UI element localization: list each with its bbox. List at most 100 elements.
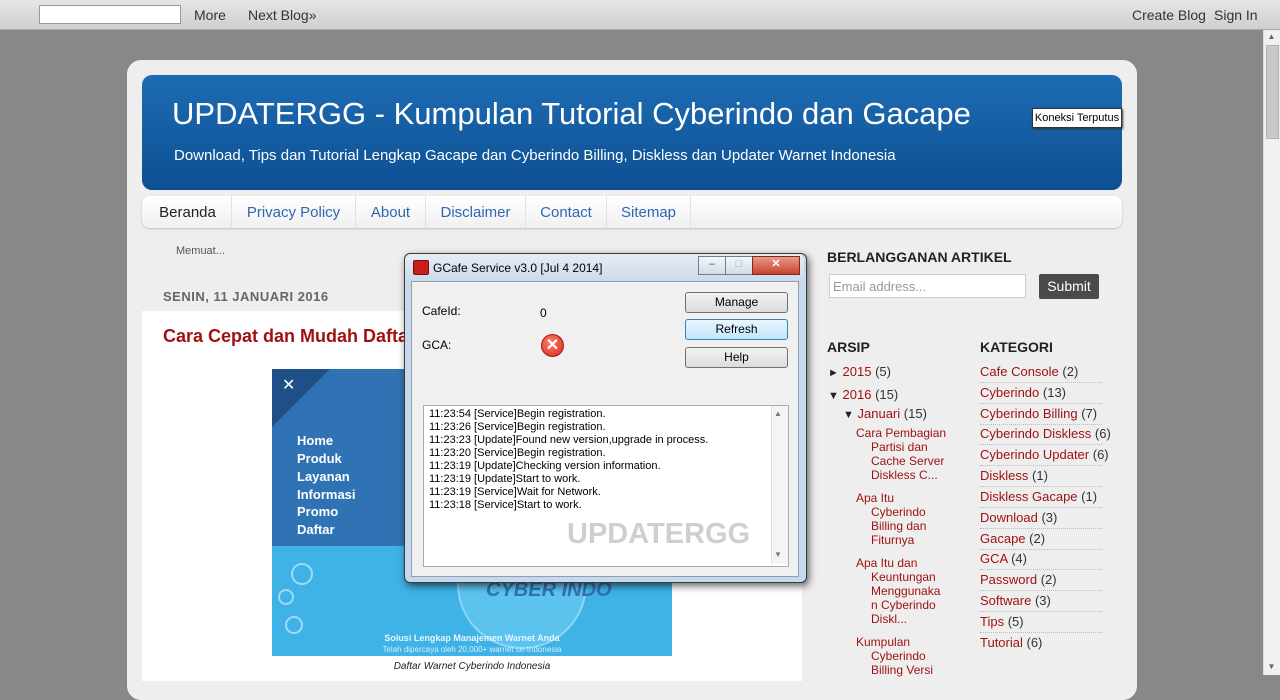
category-name: Diskless Gacape xyxy=(980,489,1078,504)
category-name: Cyberindo xyxy=(980,385,1040,400)
category-link[interactable]: Cyberindo Updater (6) xyxy=(980,447,1109,466)
archive-post-line: Apa Itu xyxy=(856,491,895,505)
category-link[interactable]: Gacape (2) xyxy=(980,531,1102,550)
subscribe-heading: BERLANGGANAN ARTIKEL xyxy=(827,249,1012,265)
category-name: Password xyxy=(980,572,1038,587)
tab-contact[interactable]: Contact xyxy=(526,196,607,228)
archive-count: (15) xyxy=(903,406,927,421)
navbar-search-input[interactable] xyxy=(39,5,181,24)
category-link[interactable]: Tips (5) xyxy=(980,614,1102,633)
category-link[interactable]: Cyberindo Billing (7) xyxy=(980,406,1102,425)
category-count: (5) xyxy=(1007,614,1024,629)
gcafe-app-icon xyxy=(413,260,429,275)
category-count: (2) xyxy=(1040,572,1057,587)
more-link[interactable]: More xyxy=(194,7,226,23)
maximize-icon: □ xyxy=(725,256,753,275)
help-button[interactable]: Help xyxy=(685,347,788,368)
close-icon[interactable]: ✕ xyxy=(752,256,800,275)
category-name: Gacape xyxy=(980,531,1026,546)
blog-title[interactable]: UPDATERGG - Kumpulan Tutorial Cyberindo … xyxy=(172,96,971,132)
minimize-icon[interactable]: – xyxy=(698,256,726,275)
category-link[interactable]: GCA (4) xyxy=(980,551,1102,570)
manage-button[interactable]: Manage xyxy=(685,292,788,313)
log-scroll-up-icon[interactable]: ▲ xyxy=(774,409,782,418)
category-name: Cyberindo Diskless xyxy=(980,426,1092,441)
create-blog-link[interactable]: Create Blog xyxy=(1132,7,1206,23)
category-count: (6) xyxy=(1026,635,1043,650)
archive-month-januari[interactable]: Januari xyxy=(858,406,901,421)
category-link[interactable]: Diskless Gacape (1) xyxy=(980,489,1102,508)
image-caption: Daftar Warnet Cyberindo Indonesia xyxy=(393,661,551,672)
archive-year-2015[interactable]: 2015 xyxy=(843,364,872,379)
log-scrollbar[interactable] xyxy=(771,406,788,564)
category-count: (2) xyxy=(1029,531,1046,546)
scrollbar-thumb[interactable] xyxy=(1266,45,1279,139)
category-count: (13) xyxy=(1042,385,1067,400)
collapse-arrow-icon[interactable]: ▼ xyxy=(843,409,854,421)
cafeid-label: CafeId: xyxy=(422,304,461,318)
expand-arrow-icon[interactable]: ► xyxy=(828,367,839,379)
category-name: GCA xyxy=(980,551,1008,566)
blog-description: Download, Tips dan Tutorial Lengkap Gaca… xyxy=(174,147,896,164)
scroll-down-arrow-icon[interactable]: ▼ xyxy=(1266,661,1277,673)
blog-header xyxy=(142,75,1122,190)
category-link[interactable]: Password (2) xyxy=(980,572,1102,591)
post-date: SENIN, 11 JANUARI 2016 xyxy=(163,289,329,304)
category-count: (2) xyxy=(1062,364,1079,379)
archive-post-line: n Cyberindo xyxy=(871,598,936,612)
post-title[interactable]: Cara Cepat dan Mudah Dafta xyxy=(163,326,408,347)
log-line: 11:23:19 [Update]Checking version inform… xyxy=(429,460,661,472)
category-link[interactable]: Cafe Console (2) xyxy=(980,364,1102,383)
tab-sitemap[interactable]: Sitemap xyxy=(607,196,691,228)
category-count: (6) xyxy=(1094,426,1111,441)
log-scroll-down-icon[interactable]: ▼ xyxy=(774,550,782,559)
category-count: (1) xyxy=(1081,489,1098,504)
archive-post-link[interactable]: Kumpulan Cyberindo Billing Versi xyxy=(856,635,933,677)
archive-year-2016[interactable]: 2016 xyxy=(843,387,872,402)
category-name: Cyberindo Updater xyxy=(980,447,1090,462)
image-subtagline: Telah dipercaya oleh 20.000+ warnet se-I… xyxy=(382,645,562,654)
category-name: Download xyxy=(980,510,1038,525)
sign-in-link[interactable]: Sign In xyxy=(1214,7,1258,23)
archive-post-link[interactable]: Apa Itu Cyberindo Billing dan Fiturnya xyxy=(856,491,926,547)
archive-heading: ARSIP xyxy=(827,339,870,355)
image-tagline: Solusi Lengkap Manajemen Warnet Anda xyxy=(384,633,560,643)
tab-about[interactable]: About xyxy=(356,196,426,228)
next-blog-link[interactable]: Next Blog» xyxy=(248,7,316,23)
archive-post-line: Billing dan xyxy=(871,519,927,533)
category-link[interactable]: Cyberindo Diskless (6) xyxy=(980,426,1111,445)
category-link[interactable]: Cyberindo (13) xyxy=(980,385,1102,404)
watermark-text: UPDATERGG xyxy=(567,518,751,550)
archive-count: (15) xyxy=(875,387,899,402)
dialog-title: GCafe Service v3.0 [Jul 4 2014] xyxy=(433,261,603,275)
archive-post-line: Diskl... xyxy=(871,612,907,626)
collapse-arrow-icon[interactable]: ▼ xyxy=(828,390,839,402)
category-count: (6) xyxy=(1092,447,1109,462)
category-link[interactable]: Download (3) xyxy=(980,510,1102,529)
scroll-up-arrow-icon[interactable]: ▲ xyxy=(1266,31,1277,43)
category-heading: KATEGORI xyxy=(980,339,1053,355)
category-link[interactable]: Diskless (1) xyxy=(980,468,1102,487)
category-name: Software xyxy=(980,593,1032,608)
tab-beranda[interactable]: Beranda xyxy=(144,196,232,228)
tab-disclaimer[interactable]: Disclaimer xyxy=(426,196,526,228)
image-menu-produk: Produk xyxy=(297,451,342,466)
tab-privacy-policy[interactable]: Privacy Policy xyxy=(232,196,356,228)
image-menu-daftar: Daftar xyxy=(297,522,335,537)
close-icon[interactable]: ✕ xyxy=(282,375,295,395)
archive-post-line: Fiturnya xyxy=(871,533,915,547)
submit-button[interactable]: Submit xyxy=(1039,274,1099,299)
archive-post-link[interactable]: Apa Itu dan Keuntungan Menggunaka n Cybe… xyxy=(856,556,940,626)
refresh-button[interactable]: Refresh xyxy=(685,319,788,340)
image-menu-promo: Promo xyxy=(297,504,339,519)
archive-post-line: Kumpulan xyxy=(856,635,911,649)
cafeid-value: 0 xyxy=(540,306,547,320)
category-count: (1) xyxy=(1032,468,1048,483)
category-link[interactable]: Software (3) xyxy=(980,593,1102,612)
category-name: Tips xyxy=(980,614,1005,629)
category-link[interactable]: Tutorial (6) xyxy=(980,635,1102,653)
archive-post-line: Partisi dan xyxy=(871,440,928,454)
archive-post-link[interactable]: Cara Pembagian Partisi dan Cache Server … xyxy=(856,426,946,482)
log-line: 11:23:26 [Service]Begin registration. xyxy=(429,421,606,433)
email-field[interactable]: Email address... xyxy=(829,274,1026,298)
